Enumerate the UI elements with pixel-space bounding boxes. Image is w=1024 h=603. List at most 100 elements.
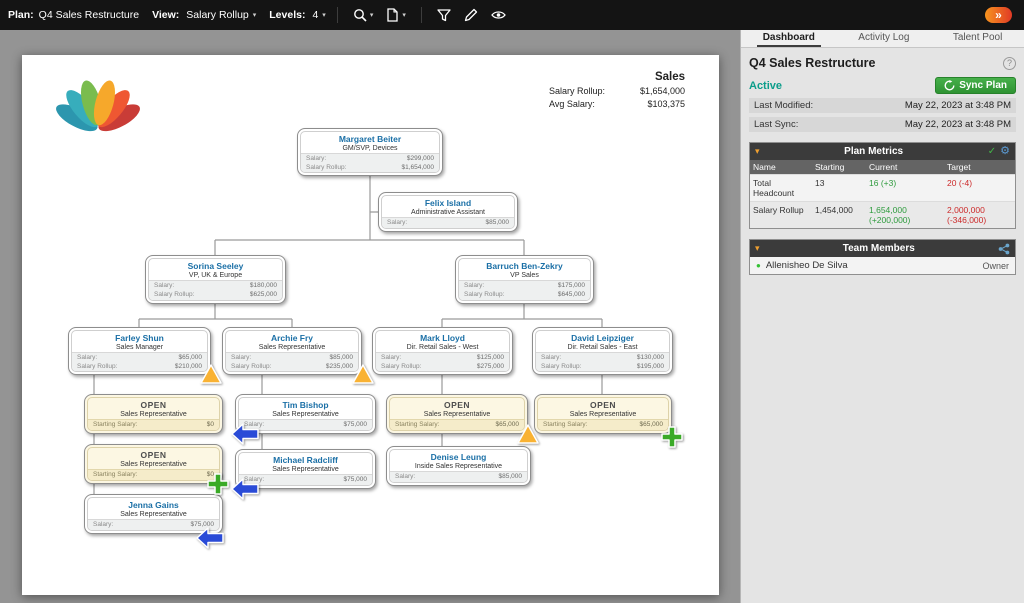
tab-talent-pool[interactable]: Talent Pool — [947, 30, 1008, 47]
dashboard-panel: Q4 Sales Restructure ? Active Sync Plan … — [741, 48, 1024, 275]
status-badge: Active — [749, 80, 782, 92]
zoom-dropdown[interactable]: ▾ — [349, 8, 378, 22]
node-fields: Salary:$125,000 Salary Rollup:$275,000 — [376, 352, 509, 372]
org-node-david-leipziger[interactable]: David Leipziger Dir. Retail Sales - East… — [532, 327, 673, 375]
view-value: Salary Rollup — [186, 9, 248, 21]
field-value: $130,000 — [637, 354, 664, 363]
field-label: Starting Salary: — [395, 421, 439, 430]
field-value: $85,000 — [330, 354, 354, 363]
summary-rollup-value: $1,654,000 — [640, 85, 685, 98]
field-label: Starting Salary: — [93, 471, 137, 480]
plan-metrics-title: Plan Metrics — [764, 146, 984, 157]
check-icon[interactable]: ✓ — [988, 147, 996, 157]
node-title: Dir. Retail Sales - West — [376, 343, 509, 352]
node-name: Margaret Beiter — [301, 134, 439, 144]
node-card: Denise Leung Inside Sales Representative… — [389, 449, 528, 483]
visibility-button[interactable] — [487, 8, 510, 22]
field-value: $299,000 — [407, 155, 434, 164]
field-value: $275,000 — [477, 363, 504, 372]
plan-label: Plan: — [8, 9, 34, 21]
summary-rollup-label: Salary Rollup: — [549, 85, 605, 98]
field-label: Starting Salary: — [543, 421, 587, 430]
refresh-icon — [944, 80, 955, 91]
metrics-col-starting: Starting — [812, 160, 866, 174]
collapse-chevron-icon[interactable]: ▾ — [755, 244, 760, 253]
filter-button[interactable] — [433, 8, 455, 22]
field-label: Salary: — [395, 473, 415, 482]
node-title: Sales Representative — [538, 410, 668, 419]
metric-target: 20 (-4) — [944, 175, 1016, 201]
help-icon[interactable]: ? — [1003, 57, 1016, 70]
node-card: OPEN Sales Representative Starting Salar… — [389, 397, 525, 431]
page-dropdown[interactable]: ▾ — [382, 8, 410, 22]
tab-dashboard[interactable]: Dashboard — [757, 30, 821, 47]
node-title: Sales Representative — [390, 410, 524, 419]
node-title: VP Sales — [459, 271, 590, 280]
node-name: David Leipziger — [536, 333, 669, 343]
top-toolbar: Plan: Q4 Sales Restructure View: Salary … — [0, 0, 1024, 30]
field-label: Salary Rollup: — [77, 363, 117, 372]
warning-badge-icon — [200, 363, 222, 385]
org-chart-canvas[interactable]: Sales Salary Rollup: $1,654,000 Avg Sala… — [0, 30, 740, 603]
node-name: Michael Radcliff — [239, 455, 372, 465]
team-member-row[interactable]: ● Allenisheo De Silva Owner — [750, 257, 1015, 274]
last-sync-row: Last Sync: May 22, 2023 at 3:48 PM — [749, 117, 1016, 132]
share-icon[interactable] — [998, 243, 1010, 255]
view-dropdown[interactable]: Salary Rollup ▾ — [186, 9, 256, 21]
org-node-open-mark[interactable]: OPEN Sales Representative Starting Salar… — [386, 394, 528, 434]
sync-plan-button[interactable]: Sync Plan — [935, 77, 1016, 94]
plan-name: Q4 Sales Restructure — [39, 9, 139, 21]
gear-icon[interactable]: ⚙ — [1000, 146, 1010, 157]
pencil-icon — [464, 8, 478, 22]
org-node-margaret-beiter[interactable]: Margaret Beiter GM/SVP, Devices Salary:$… — [297, 128, 443, 176]
metric-starting: 1,454,000 — [812, 202, 866, 228]
node-card: Archie Fry Sales Representative Salary:$… — [225, 330, 359, 372]
org-node-sorina-seeley[interactable]: Sorina Seeley VP, UK & Europe Salary:$18… — [145, 255, 286, 304]
node-name: Sorina Seeley — [149, 261, 282, 271]
add-position-badge-icon — [660, 425, 684, 449]
field-value: $75,000 — [344, 476, 368, 485]
org-node-barruch-ben-zekry[interactable]: Barruch Ben-Zekry VP Sales Salary:$175,0… — [455, 255, 594, 304]
magnifier-icon — [353, 8, 367, 22]
org-node-open-2[interactable]: OPEN Sales Representative Starting Salar… — [84, 444, 223, 484]
move-badge-icon — [231, 423, 259, 445]
eye-icon — [491, 8, 506, 22]
org-node-mark-lloyd[interactable]: Mark Lloyd Dir. Retail Sales - West Sala… — [372, 327, 513, 375]
collapse-chevron-icon[interactable]: ▾ — [755, 147, 760, 156]
last-modified-value: May 22, 2023 at 3:48 PM — [905, 100, 1011, 111]
tab-activity-log[interactable]: Activity Log — [852, 30, 915, 47]
field-label: Salary Rollup: — [154, 291, 194, 300]
field-value: $1,654,000 — [401, 164, 434, 173]
field-label: Salary: — [387, 219, 407, 228]
org-node-denise-leung[interactable]: Denise Leung Inside Sales Representative… — [386, 446, 531, 486]
levels-value: 4 — [312, 9, 318, 21]
metric-name: Salary Rollup — [750, 202, 812, 228]
metrics-col-current: Current — [866, 160, 944, 174]
view-label: View: — [152, 9, 179, 21]
levels-label: Levels: — [269, 9, 305, 21]
levels-dropdown[interactable]: 4 ▾ — [312, 9, 325, 21]
metric-target: 2,000,000 (-346,000) — [944, 202, 1016, 228]
org-node-open-1[interactable]: OPEN Sales Representative Starting Salar… — [84, 394, 223, 434]
node-name: OPEN — [390, 400, 524, 410]
node-title: Sales Representative — [226, 343, 358, 352]
last-sync-value: May 22, 2023 at 3:48 PM — [905, 119, 1011, 130]
node-card: Felix Island Administrative Assistant Sa… — [381, 195, 515, 229]
org-node-archie-fry[interactable]: Archie Fry Sales Representative Salary:$… — [222, 327, 362, 375]
field-value: $235,000 — [326, 363, 353, 372]
org-node-felix-island[interactable]: Felix Island Administrative Assistant Sa… — [378, 192, 518, 232]
toolbar-separator — [421, 7, 422, 23]
chevron-down-icon: ▾ — [322, 12, 326, 19]
field-value: $85,000 — [499, 473, 523, 482]
org-node-farley-shun[interactable]: Farley Shun Sales Manager Salary:$65,000… — [68, 327, 211, 375]
node-name: OPEN — [88, 450, 219, 460]
field-value: $65,000 — [496, 421, 520, 430]
field-value: $625,000 — [250, 291, 277, 300]
node-fields: Salary:$180,000 Salary Rollup:$625,000 — [149, 280, 282, 300]
field-label: Salary: — [464, 282, 484, 291]
node-fields: Salary:$85,000 Salary Rollup:$235,000 — [226, 352, 358, 372]
org-node-open-david[interactable]: OPEN Sales Representative Starting Salar… — [534, 394, 672, 434]
edit-button[interactable] — [460, 8, 482, 22]
collapse-sidebar-button[interactable]: » — [985, 7, 1012, 23]
member-role: Owner — [982, 261, 1009, 271]
